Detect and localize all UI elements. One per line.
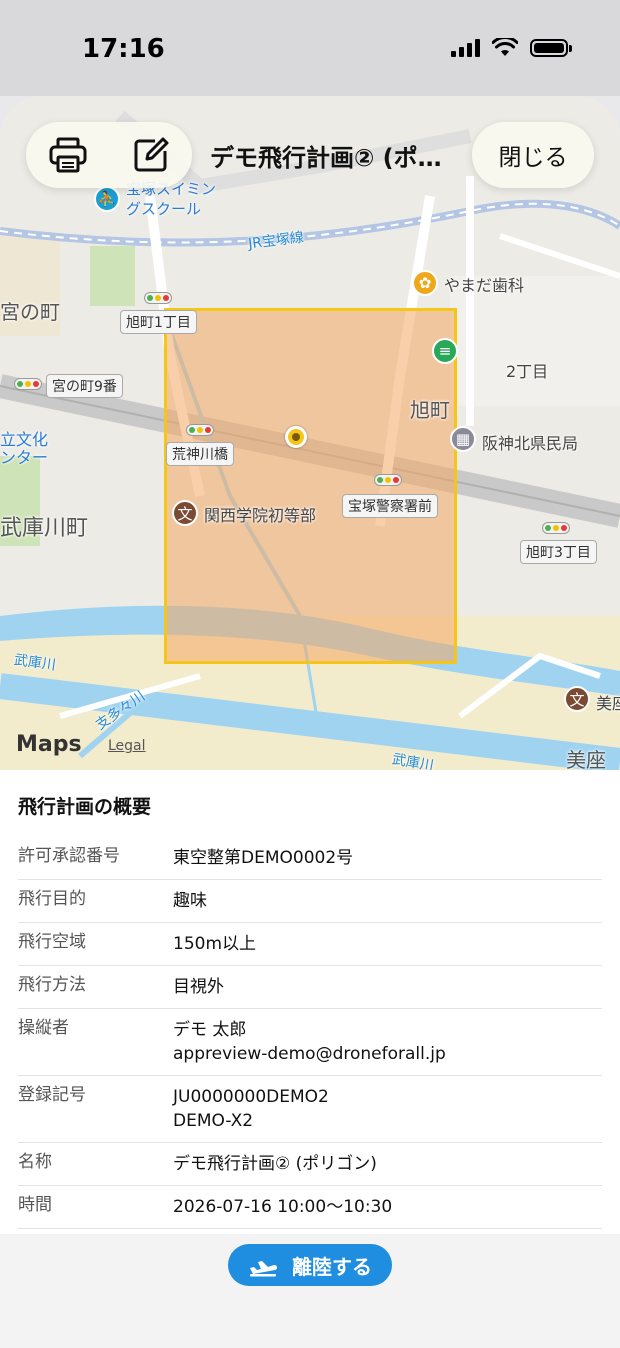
- printer-icon: [49, 137, 86, 173]
- summary-row-value-line: 東空整第DEMO0002号: [173, 848, 354, 868]
- summary-row-value-line: 趣味: [173, 891, 207, 911]
- map-view[interactable]: ⛹ 宝塚スイミン グスクール JR宝塚線 ✿ やまだ歯科 宮の町 旭町1丁目 ≡…: [0, 96, 620, 770]
- summary-row-value-line: JU0000000DEMO2: [173, 1087, 329, 1107]
- summary-row: 時間 2026-07-16 10:00～10:30: [18, 1186, 602, 1229]
- summary-row: 許可承認番号 東空整第DEMO0002号: [18, 837, 602, 880]
- summary-row-label: 操縦者: [18, 1018, 69, 1038]
- map-label-school-2: グスクール: [126, 200, 202, 218]
- summary-row-label: 飛行方法: [18, 975, 86, 995]
- summary-row-value: 目視外: [173, 975, 224, 999]
- edit-icon: [134, 137, 168, 172]
- traffic-light-icon: [144, 292, 172, 304]
- map-label-miyanomachi: 宮の町: [0, 300, 60, 324]
- summary-row-value-line: デモ飛行計画② (ポリゴン): [173, 1154, 377, 1174]
- summary-row-value: 趣味: [173, 889, 207, 913]
- summary-row-value-line: appreview-demo@droneforall.jp: [173, 1044, 446, 1064]
- map-label-misono-poi: 美座: [596, 694, 620, 713]
- station-poi-icon[interactable]: ≡: [432, 338, 458, 364]
- summary-row-label: 時間: [18, 1195, 52, 1215]
- print-button[interactable]: [43, 130, 93, 180]
- map-label-mukogawa: 武庫川町: [0, 516, 89, 541]
- summary-row-value-line: 150m以上: [173, 934, 257, 954]
- map-label-yamada: やまだ歯科: [444, 276, 525, 295]
- summary-row-value: デモ 太郎 appreview-demo@droneforall.jp: [173, 1018, 446, 1066]
- center-point-marker[interactable]: [285, 426, 307, 448]
- school-poi-icon[interactable]: 文: [564, 686, 590, 712]
- summary-row: 登録記号 JU0000000DEMO2 DEMO-X2: [18, 1076, 602, 1143]
- summary-row: 飛行目的 趣味: [18, 880, 602, 923]
- summary-row-value: 150m以上: [173, 932, 256, 956]
- summary-row-value-line: 目視外: [173, 977, 224, 997]
- summary-row-value-line: 2026-07-16 10:00～10:30: [173, 1197, 393, 1217]
- wifi-icon: [492, 38, 518, 56]
- summary-table: 許可承認番号 東空整第DEMO0002号飛行目的 趣味飛行空域 150m以上飛行方法 目…: [18, 837, 602, 1272]
- traffic-light-icon: [14, 378, 42, 390]
- map-tag-asahi1: 旭町1丁目: [120, 310, 197, 334]
- summary-row-value: 2026-07-16 10:00～10:30: [173, 1195, 392, 1219]
- takeoff-button[interactable]: 離陸する: [228, 1244, 392, 1286]
- bottom-bar: 離陸する: [0, 1234, 620, 1348]
- map-tag-miyanomachi9: 宮の町9番: [46, 374, 123, 398]
- flight-plan-summary: 飛行計画の概要 許可承認番号 東空整第DEMO0002号飛行目的 趣味飛行空域 150…: [0, 770, 620, 1272]
- battery-icon: [530, 39, 572, 57]
- summary-row-value: JU0000000DEMO2 DEMO-X2: [173, 1085, 329, 1133]
- dental-poi-icon[interactable]: ✿: [412, 270, 438, 296]
- summary-row-label: 登録記号: [18, 1085, 86, 1105]
- summary-row: 飛行空域 150m以上: [18, 923, 602, 966]
- summary-row-label: 飛行目的: [18, 889, 86, 909]
- summary-row-label: 飛行空域: [18, 932, 86, 952]
- toolbar-group: [26, 122, 192, 188]
- status-icons: [451, 38, 572, 58]
- flight-area-polygon[interactable]: [164, 308, 457, 664]
- traffic-light-icon: [186, 424, 214, 436]
- office-poi-icon[interactable]: ▦: [450, 426, 476, 452]
- map-label-2chome: 2丁目: [506, 362, 549, 381]
- map-label-asahimachi: 旭町: [410, 398, 450, 422]
- swimming-poi-icon[interactable]: ⛹: [94, 186, 120, 212]
- traffic-light-icon: [374, 474, 402, 486]
- edit-button[interactable]: [126, 130, 176, 180]
- summary-row-value-line: DEMO-X2: [173, 1111, 254, 1131]
- map-label-misono: 美座: [566, 748, 606, 770]
- apple-maps-logo: Maps: [16, 732, 82, 757]
- summary-row-label: 名称: [18, 1152, 52, 1172]
- school-poi-icon[interactable]: 文: [172, 500, 198, 526]
- airplane-takeoff-icon: [250, 1261, 278, 1277]
- map-tag-asahi3: 旭町3丁目: [520, 540, 597, 564]
- legal-link[interactable]: Legal: [108, 738, 146, 754]
- takeoff-label: 離陸する: [292, 1254, 372, 1279]
- summary-row-value: デモ飛行計画② (ポリゴン): [173, 1152, 377, 1176]
- map-label-hanshin: 阪神北県民局: [482, 434, 579, 453]
- traffic-light-icon: [542, 522, 570, 534]
- page-title: デモ飛行計画② (ポ…: [210, 144, 442, 172]
- flight-plan-sheet: ⛹ 宝塚スイミン グスクール JR宝塚線 ✿ やまだ歯科 宮の町 旭町1丁目 ≡…: [0, 96, 620, 1348]
- map-tag-aramikawa: 荒神川橋: [166, 442, 234, 466]
- summary-row: 操縦者 デモ 太郎 appreview-demo@droneforall.jp: [18, 1009, 602, 1076]
- map-label-kansei: 関西学院初等部: [204, 506, 317, 525]
- signal-icon: [451, 39, 480, 57]
- status-bar: 17:16: [0, 0, 620, 96]
- map-label-bunka-2: ンター: [0, 448, 49, 467]
- summary-row-value-line: デモ 太郎: [173, 1020, 247, 1040]
- summary-row-label: 許可承認番号: [18, 846, 120, 866]
- close-button[interactable]: 閉じる: [472, 122, 594, 188]
- summary-title: 飛行計画の概要: [18, 796, 152, 818]
- summary-row: 飛行方法 目視外: [18, 966, 602, 1009]
- status-time: 17:16: [82, 34, 165, 64]
- summary-row-value: 東空整第DEMO0002号: [173, 846, 353, 870]
- summary-row: 名称 デモ飛行計画② (ポリゴン): [18, 1143, 602, 1186]
- map-tag-keisatsu: 宝塚警察署前: [342, 494, 438, 518]
